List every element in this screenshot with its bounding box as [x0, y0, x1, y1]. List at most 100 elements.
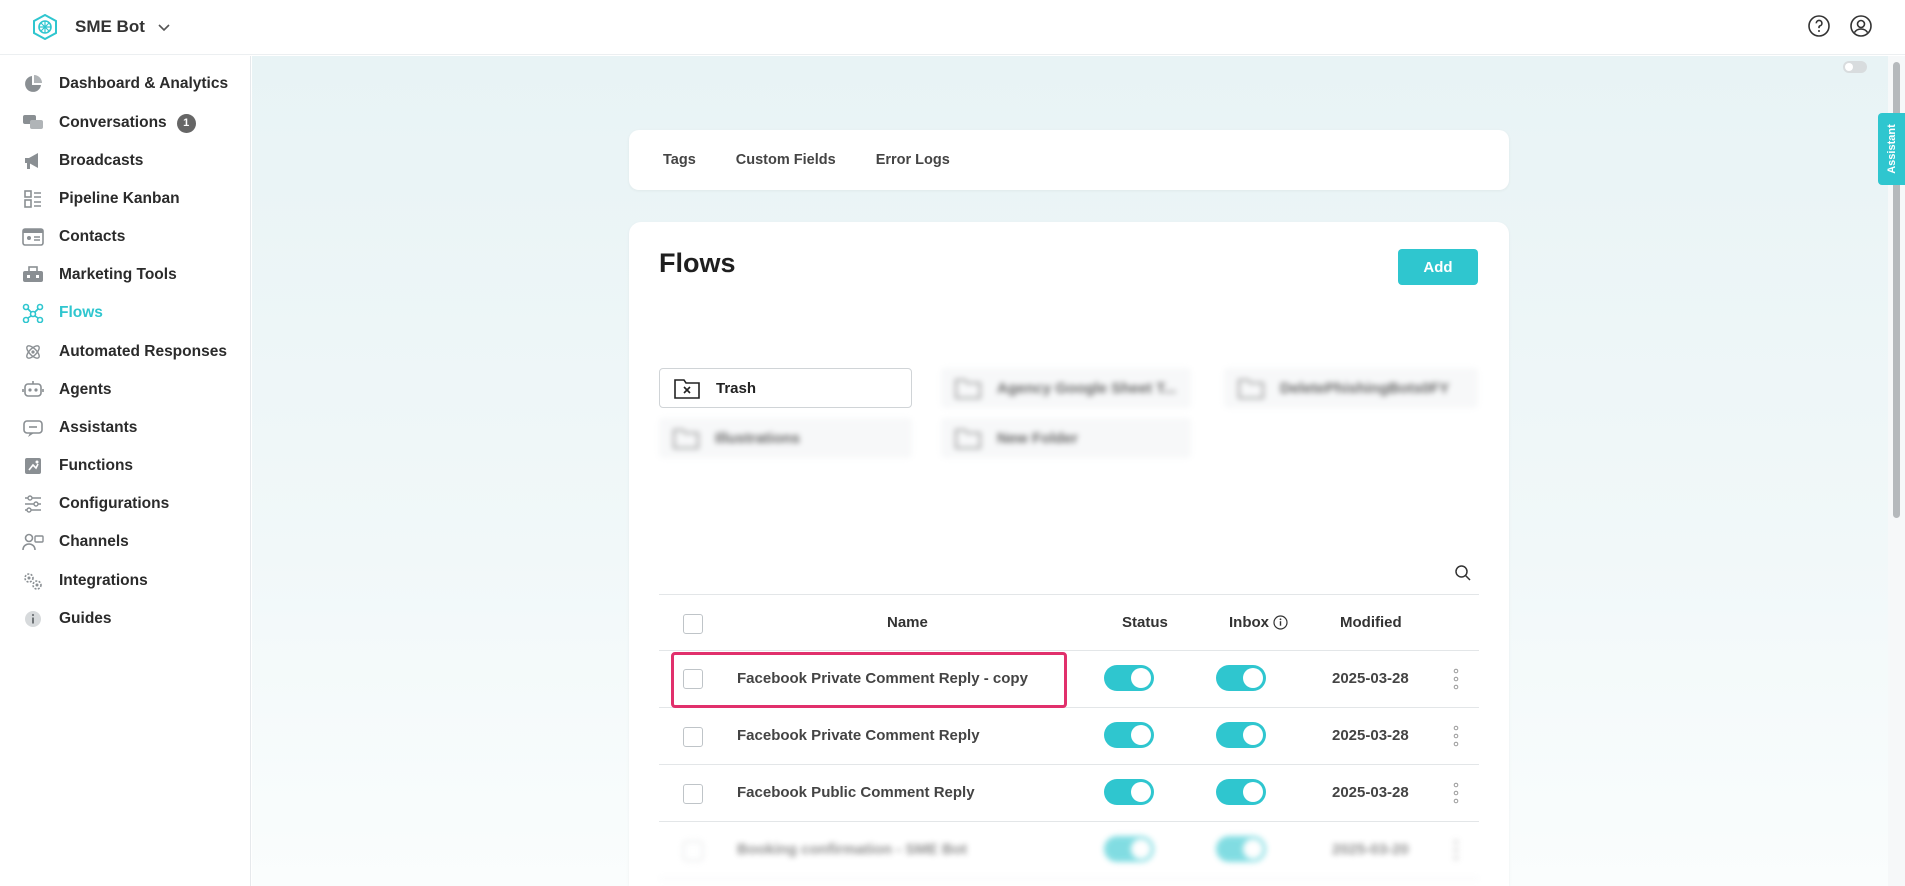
status-toggle[interactable] — [1104, 836, 1154, 862]
sidebar-item-pipeline-kanban[interactable]: Pipeline Kanban — [22, 184, 180, 214]
page-title: Flows — [659, 248, 736, 278]
flow-name[interactable]: Booking confirmation - SME Bot — [737, 841, 967, 858]
sidebar-item-dashboard[interactable]: Dashboard & Analytics — [22, 69, 228, 99]
megaphone-icon — [22, 150, 44, 172]
top-header: SME Bot — [0, 0, 1905, 55]
sidebar-item-configurations[interactable]: Configurations — [22, 489, 169, 519]
sidebar-item-label: Conversations — [59, 114, 167, 131]
select-all-checkbox[interactable] — [683, 614, 703, 634]
flow-name[interactable]: Facebook Private Comment Reply - copy — [737, 670, 1028, 687]
flow-name[interactable]: Facebook Private Comment Reply — [737, 727, 980, 744]
sidebar-item-guides[interactable]: Guides — [22, 604, 112, 634]
folder-item[interactable]: New Folder — [941, 418, 1191, 458]
sidebar-item-label: Contacts — [59, 228, 126, 245]
sidebar-item-label: Configurations — [59, 495, 170, 512]
info-icon[interactable] — [1273, 615, 1288, 630]
theme-toggle[interactable] — [1843, 61, 1867, 73]
user-circle-icon[interactable] — [1849, 14, 1873, 38]
column-modified[interactable]: Modified — [1340, 614, 1402, 631]
inbox-toggle[interactable] — [1216, 665, 1266, 691]
inbox-toggle[interactable] — [1216, 779, 1266, 805]
more-options-icon[interactable] — [1452, 839, 1460, 861]
folder-label: DeletePhishingBots0FY — [1280, 379, 1450, 397]
sidebar-item-automated-responses[interactable]: Automated Responses — [22, 337, 227, 367]
sidebar-item-conversations[interactable]: Conversations 1 — [22, 108, 196, 138]
workspace-switcher[interactable]: SME Bot — [32, 14, 171, 40]
chat-bubbles-icon — [22, 112, 44, 134]
folder-label: Agency Google Sheet T... — [997, 379, 1177, 397]
unread-badge: 1 — [176, 113, 196, 133]
inbox-toggle[interactable] — [1216, 836, 1266, 862]
chevron-down-icon — [158, 24, 170, 32]
row-checkbox[interactable] — [683, 784, 703, 804]
folder-trash[interactable]: Trash — [659, 368, 912, 408]
contact-card-icon — [22, 226, 44, 248]
sidebar-item-functions[interactable]: Functions — [22, 451, 133, 481]
folder-label: Illustrations — [715, 429, 801, 447]
sidebar-item-channels[interactable]: Channels — [22, 527, 129, 557]
sidebar-item-label: Marketing Tools — [59, 266, 177, 283]
modified-date: 2025-03-28 — [1332, 784, 1409, 801]
status-toggle[interactable] — [1104, 722, 1154, 748]
folder-item[interactable]: Agency Google Sheet T... — [941, 368, 1191, 408]
sidebar-item-label: Integrations — [59, 572, 148, 589]
row-checkbox[interactable] — [683, 669, 703, 689]
gears-icon — [22, 570, 44, 592]
status-toggle[interactable] — [1104, 779, 1154, 805]
more-options-icon[interactable] — [1452, 782, 1460, 804]
sidebar-item-label: Pipeline Kanban — [59, 190, 180, 207]
kanban-icon — [22, 188, 44, 210]
add-flow-button[interactable]: Add — [1398, 249, 1478, 285]
column-inbox-label: Inbox — [1229, 614, 1269, 631]
sidebar-item-flows[interactable]: Flows — [22, 298, 103, 328]
tab-error-logs[interactable]: Error Logs — [876, 152, 950, 168]
sidebar-item-assistants[interactable]: Assistants — [22, 413, 137, 443]
more-options-icon[interactable] — [1452, 725, 1460, 747]
trash-folder-icon — [674, 379, 700, 399]
inbox-toggle[interactable] — [1216, 722, 1266, 748]
sidebar-item-label: Automated Responses — [59, 343, 227, 360]
flow-name[interactable]: Facebook Public Comment Reply — [737, 784, 975, 801]
sidebar-item-label: Flows — [59, 304, 103, 321]
sliders-icon — [22, 493, 44, 515]
column-inbox[interactable]: Inbox — [1229, 614, 1288, 631]
column-status[interactable]: Status — [1122, 614, 1168, 631]
help-circle-icon[interactable] — [1807, 14, 1831, 38]
row-checkbox[interactable] — [683, 727, 703, 747]
flow-nodes-icon — [22, 302, 44, 324]
column-name[interactable]: Name — [887, 614, 928, 631]
sidebar-item-label: Broadcasts — [59, 152, 144, 169]
more-options-icon[interactable] — [1452, 668, 1460, 690]
sidebar-item-label: Channels — [59, 533, 129, 550]
table-row[interactable]: Facebook Public Comment Reply 2025-03-28 — [659, 765, 1479, 822]
status-toggle[interactable] — [1104, 665, 1154, 691]
sidebar-item-label: Assistants — [59, 419, 138, 436]
sidebar-item-label: Dashboard & Analytics — [59, 75, 229, 92]
folder-item[interactable]: DeletePhishingBots0FY — [1224, 368, 1478, 408]
modified-date: 2025-03-28 — [1332, 670, 1409, 687]
sidebar-item-integrations[interactable]: Integrations — [22, 566, 148, 596]
folder-icon — [673, 429, 699, 449]
folder-label: New Folder — [997, 429, 1078, 447]
modified-date: 2025-03-20 — [1332, 841, 1409, 858]
table-row[interactable]: Facebook Private Comment Reply 2025-03-2… — [659, 708, 1479, 765]
table-header: Name Status Inbox Modified — [659, 594, 1479, 651]
folder-item[interactable]: Illustrations — [659, 418, 912, 458]
sidebar-item-agents[interactable]: Agents — [22, 375, 112, 405]
sidebar-item-marketing-tools[interactable]: Marketing Tools — [22, 260, 177, 290]
assistant-side-tab[interactable]: Assistant — [1878, 113, 1905, 185]
table-row[interactable]: Booking confirmation - SME Bot 2025-03-2… — [659, 822, 1479, 879]
sidebar-item-label: Guides — [59, 610, 112, 627]
row-checkbox[interactable] — [683, 841, 703, 861]
table-row[interactable]: Facebook Private Comment Reply - copy 20… — [659, 651, 1479, 708]
sidebar-item-label: Agents — [59, 381, 112, 398]
modified-date: 2025-03-28 — [1332, 727, 1409, 744]
folder-label: Trash — [716, 379, 757, 397]
search-icon[interactable] — [1454, 564, 1472, 582]
tab-tags[interactable]: Tags — [663, 152, 696, 168]
tab-custom-fields[interactable]: Custom Fields — [736, 152, 836, 168]
sidebar-item-broadcasts[interactable]: Broadcasts — [22, 146, 143, 176]
robot-icon — [22, 379, 44, 401]
info-icon — [22, 608, 44, 630]
sidebar-item-contacts[interactable]: Contacts — [22, 222, 125, 252]
